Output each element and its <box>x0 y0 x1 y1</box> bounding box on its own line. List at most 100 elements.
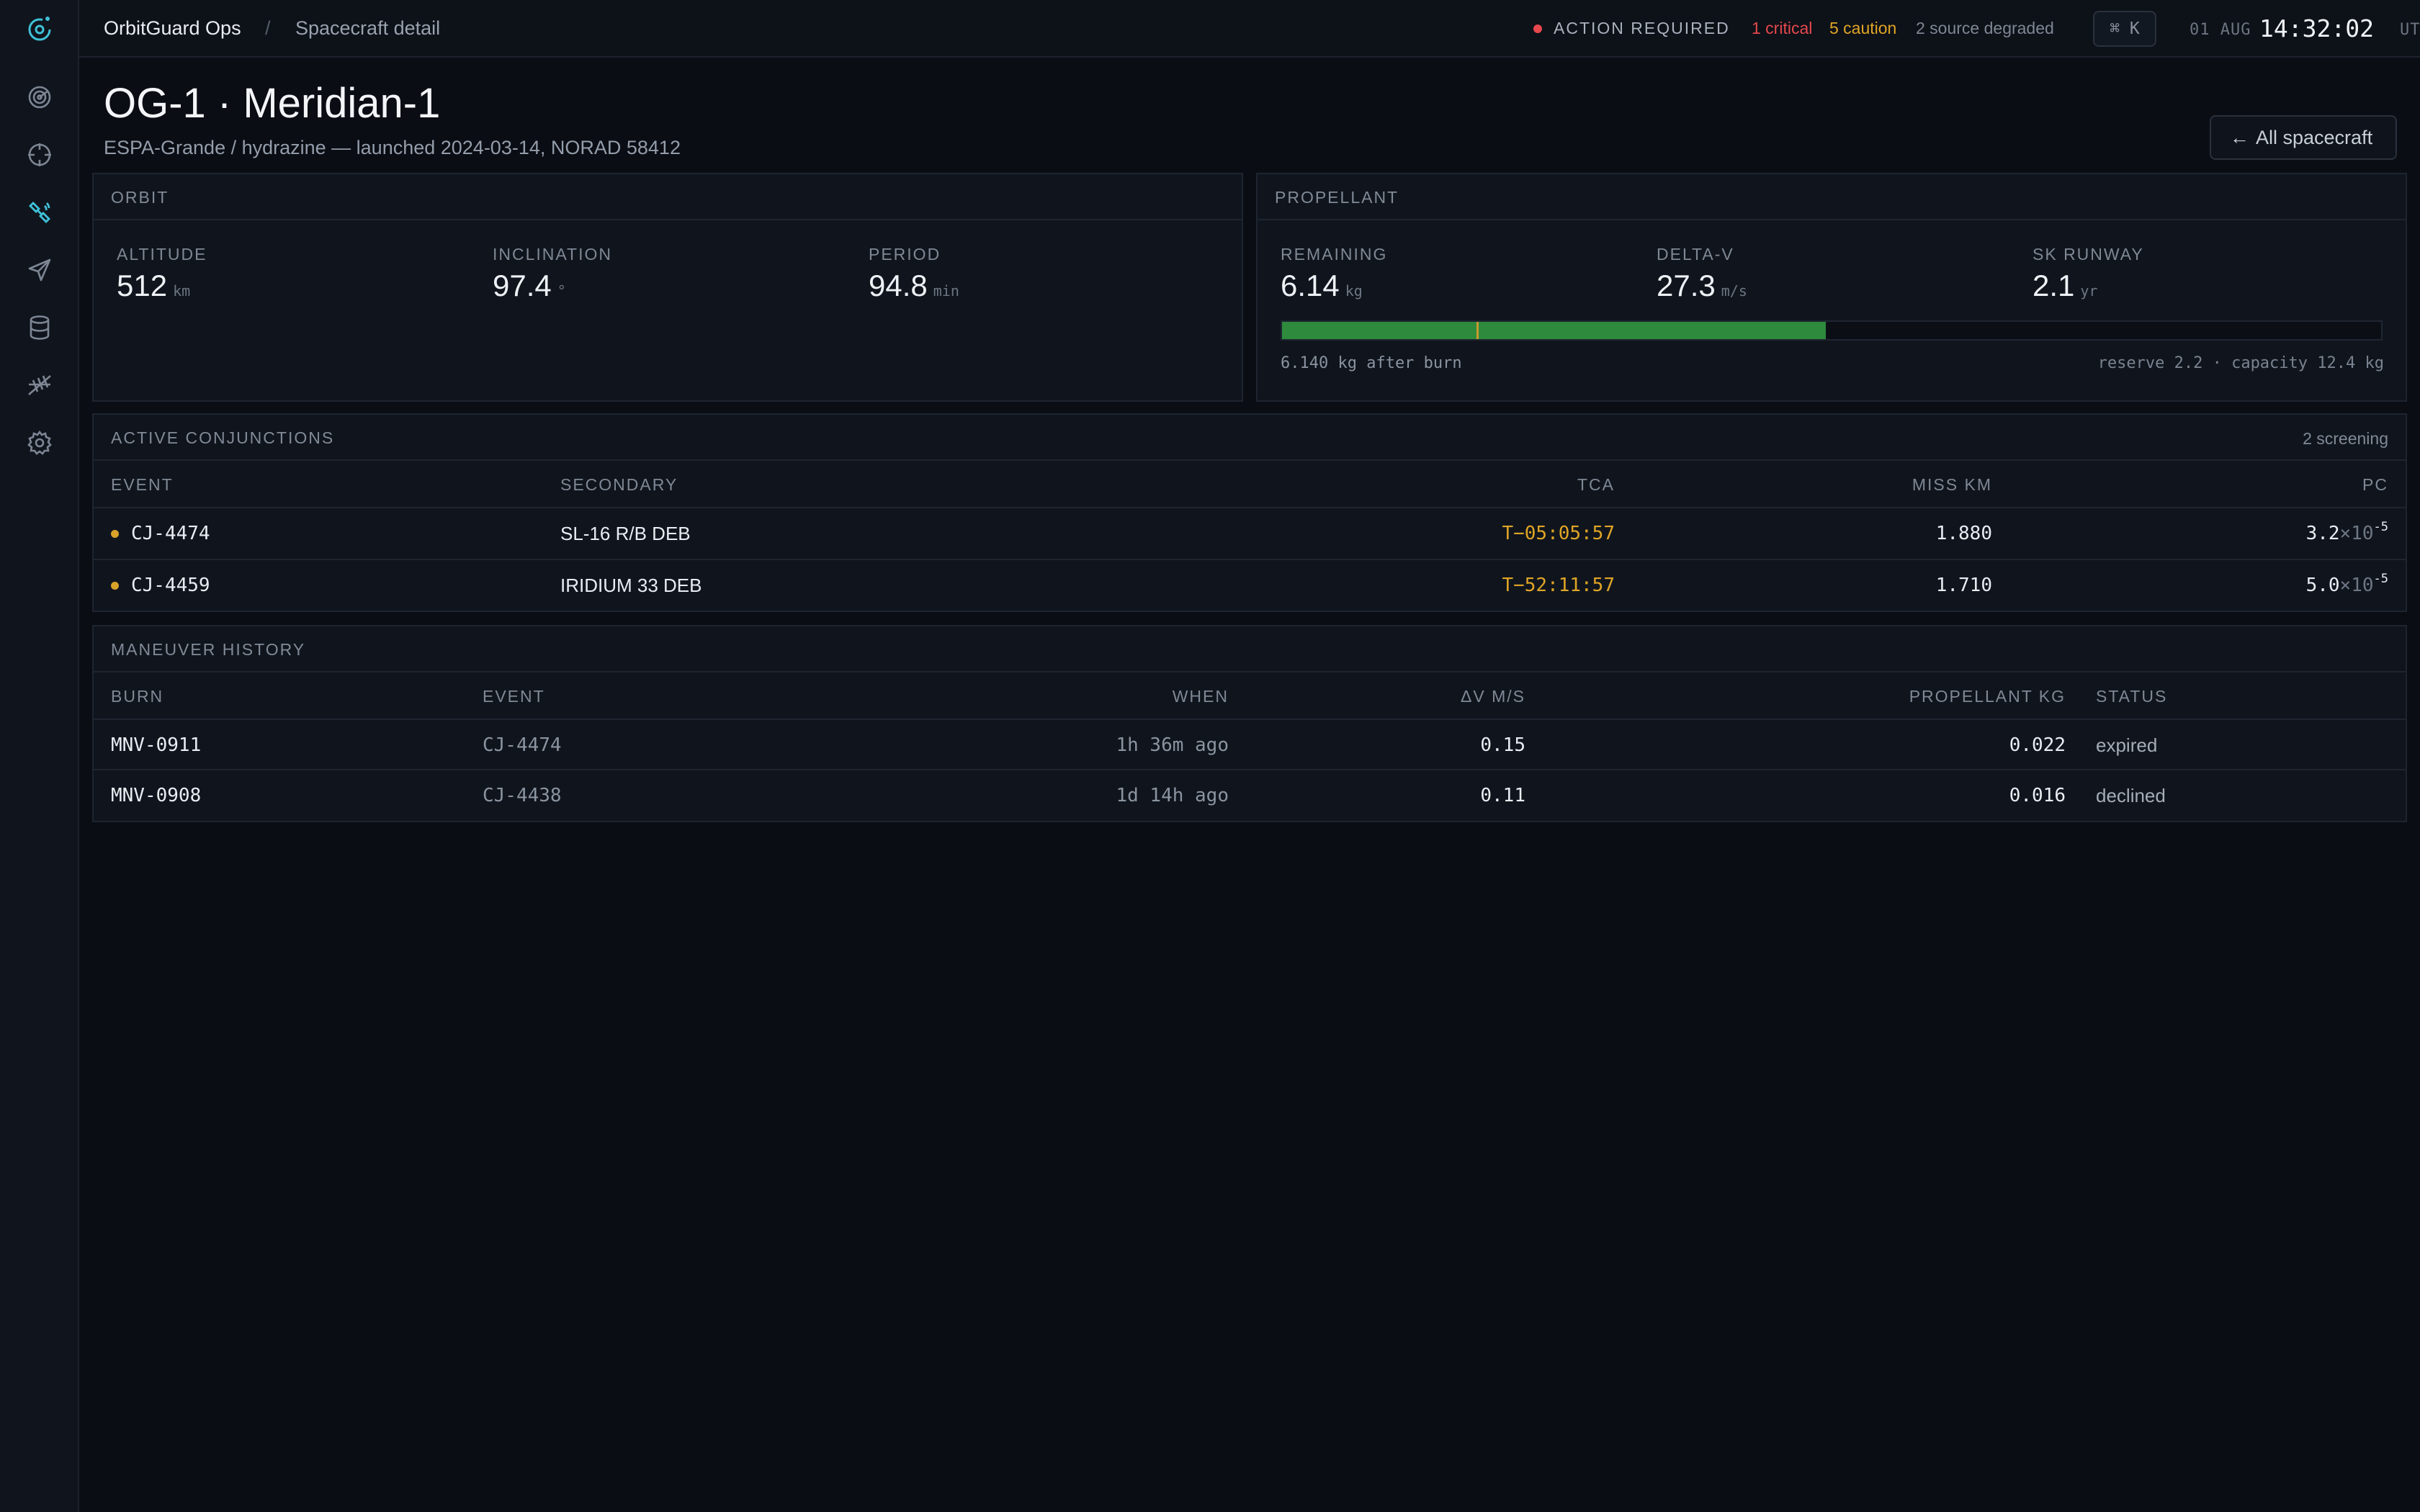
maneuver-burn[interactable]: MNV-0908 <box>111 785 201 806</box>
command-palette-button[interactable]: ⌘ K <box>2093 11 2156 47</box>
alert-status[interactable]: ACTION REQUIRED <box>1554 19 1730 38</box>
orbit-logo-icon[interactable] <box>24 12 55 44</box>
altitude-stat: ALTITUDE 512 km <box>117 245 207 303</box>
propellant-reserve-marker <box>1476 322 1479 339</box>
propellant-panel-header: PROPELLANT <box>1258 174 2406 220</box>
critical-count[interactable]: 1 critical <box>1752 19 1812 38</box>
stat-label: REMAINING <box>1281 245 1388 264</box>
maneuver-delta-v: 0.11 <box>1480 785 1525 806</box>
stat-unit: yr <box>2080 282 2098 300</box>
pc-mantissa: 3.2 <box>2305 523 2340 544</box>
conjunction-secondary: IRIDIUM 33 DEB <box>560 575 702 596</box>
conjunction-pc: 3.2×10-5 <box>2305 520 2388 544</box>
stat-value: 94.8 <box>869 269 928 302</box>
screening-count: 2 screening <box>2303 429 2388 448</box>
stat-unit: min <box>933 282 959 300</box>
conjunction-event[interactable]: CJ-4474 <box>131 523 210 544</box>
conjunction-pc: 5.0×10-5 <box>2305 572 2388 596</box>
remaining-stat: REMAINING 6.14 kg <box>1281 245 1387 303</box>
propellant-bar-fill <box>1282 322 1827 339</box>
table-row[interactable]: CJ-4474 SL-16 R/B DEB T−05:05:57 1.880 3… <box>94 507 2406 559</box>
conjunctions-panel: ACTIVE CONJUNCTIONS 2 screening EVENT SE… <box>92 413 2407 612</box>
column-header-delta-v[interactable]: ΔV M/S <box>1461 687 1525 706</box>
clock-date: 01 AUG <box>2190 21 2251 39</box>
maneuver-panel-header: MANEUVER HISTORY <box>94 626 2406 672</box>
maneuver-when: 1d 14h ago <box>1116 785 1229 806</box>
pc-exponent: -5 <box>2373 572 2388 586</box>
antenna-icon[interactable] <box>24 370 55 400</box>
clock-timezone: UTC <box>2400 21 2420 39</box>
conjunction-secondary: SL-16 R/B DEB <box>560 523 691 544</box>
stat-unit: km <box>173 282 191 300</box>
maneuver-burn[interactable]: MNV-0911 <box>111 734 201 756</box>
caution-count[interactable]: 5 caution <box>1829 19 1896 38</box>
satellite-icon[interactable] <box>24 197 55 228</box>
propellant-after-burn: 6.140 kg after burn <box>1281 354 1462 372</box>
conjunction-tca: T−52:11:57 <box>1502 575 1615 596</box>
table-row[interactable]: MNV-0911 CJ-4474 1h 36m ago 0.15 0.022 e… <box>94 719 2406 769</box>
conjunction-miss: 1.880 <box>1935 523 1992 544</box>
conjunctions-panel-header: ACTIVE CONJUNCTIONS 2 screening <box>94 415 2406 461</box>
stat-value: 512 <box>117 269 168 302</box>
column-header-miss-km[interactable]: MISS KM <box>1912 475 1992 495</box>
stat-unit: m/s <box>1721 282 1747 300</box>
stat-value: 6.14 <box>1281 269 1340 302</box>
caution-dot-icon <box>111 582 119 590</box>
propellant-panel-title: PROPELLANT <box>1275 188 1399 207</box>
stat-label: PERIOD <box>869 245 941 264</box>
column-header-burn[interactable]: BURN <box>111 687 163 706</box>
column-header-when[interactable]: WHEN <box>1173 687 1229 706</box>
propellant-bar <box>1281 320 2383 341</box>
column-header-tca[interactable]: TCA <box>1577 475 1615 495</box>
maneuver-propellant: 0.016 <box>2009 785 2066 806</box>
column-header-event[interactable]: EVENT <box>111 475 174 495</box>
radar-icon[interactable] <box>24 82 55 112</box>
conjunctions-panel-title: ACTIVE CONJUNCTIONS <box>111 428 335 447</box>
column-header-event[interactable]: EVENT <box>483 687 545 706</box>
propellant-capacity: reserve 2.2 · capacity 12.4 kg <box>2097 354 2384 372</box>
stat-unit: ° <box>557 282 566 300</box>
maneuver-panel-title: MANEUVER HISTORY <box>111 640 306 659</box>
table-row[interactable]: MNV-0908 CJ-4438 1d 14h ago 0.11 0.016 d… <box>94 769 2406 821</box>
breadcrumb-app[interactable]: OrbitGuard Ops <box>104 17 241 40</box>
all-spacecraft-label: All spacecraft <box>2256 127 2373 148</box>
pc-base: ×10 <box>2339 575 2374 596</box>
stat-value: 97.4 <box>493 269 552 302</box>
column-header-secondary[interactable]: SECONDARY <box>560 475 678 495</box>
gear-icon[interactable] <box>24 428 55 458</box>
stat-value: 27.3 <box>1657 269 1716 302</box>
conjunction-event[interactable]: CJ-4459 <box>131 575 210 596</box>
maneuver-propellant: 0.022 <box>2009 734 2066 756</box>
topbar: OrbitGuard Ops / Spacecraft detail ACTIO… <box>79 0 2420 58</box>
orbit-panel: ORBIT ALTITUDE 512 km INCLINATION 97.4 ° P… <box>92 173 1243 402</box>
pc-exponent: -5 <box>2373 520 2388 534</box>
pc-mantissa: 5.0 <box>2305 575 2340 596</box>
sk-runway-stat: SK RUNWAY 2.1 yr <box>2033 245 2144 303</box>
stat-label: INCLINATION <box>493 245 612 264</box>
orbit-panel-title: ORBIT <box>111 188 169 207</box>
table-row[interactable]: CJ-4459 IRIDIUM 33 DEB T−52:11:57 1.710 … <box>94 559 2406 611</box>
maneuver-event[interactable]: CJ-4474 <box>483 734 562 756</box>
period-stat: PERIOD 94.8 min <box>869 245 959 303</box>
arrow-left-icon: ← <box>2230 127 2249 148</box>
maneuver-status: expired <box>2096 734 2158 756</box>
crosshair-icon[interactable] <box>24 140 55 170</box>
propellant-panel: PROPELLANT REMAINING 6.14 kg DELTA-V 27.3… <box>1256 173 2407 402</box>
degraded-count[interactable]: 2 source degraded <box>1916 19 2054 38</box>
maneuver-history-panel: MANEUVER HISTORY BURN EVENT WHEN ΔV M/S … <box>92 625 2407 822</box>
database-icon[interactable] <box>24 312 55 343</box>
column-header-propellant[interactable]: PROPELLANT KG <box>1909 687 2066 706</box>
maneuver-delta-v: 0.15 <box>1480 734 1525 756</box>
column-header-status[interactable]: STATUS <box>2096 687 2167 706</box>
all-spacecraft-button[interactable]: ← All spacecraft <box>2210 115 2397 160</box>
column-header-pc[interactable]: PC <box>2362 475 2388 495</box>
stat-unit: kg <box>1345 282 1363 300</box>
maneuver-event[interactable]: CJ-4438 <box>483 785 562 806</box>
conjunction-tca: T−05:05:57 <box>1502 523 1615 544</box>
clock-time: 14:32:02 <box>2259 14 2374 42</box>
orbit-panel-header: ORBIT <box>94 174 1242 220</box>
stat-label: DELTA-V <box>1657 245 1734 264</box>
alert-dot-icon <box>1533 24 1542 33</box>
send-icon[interactable] <box>24 255 55 285</box>
stat-value: 2.1 <box>2033 269 2075 302</box>
